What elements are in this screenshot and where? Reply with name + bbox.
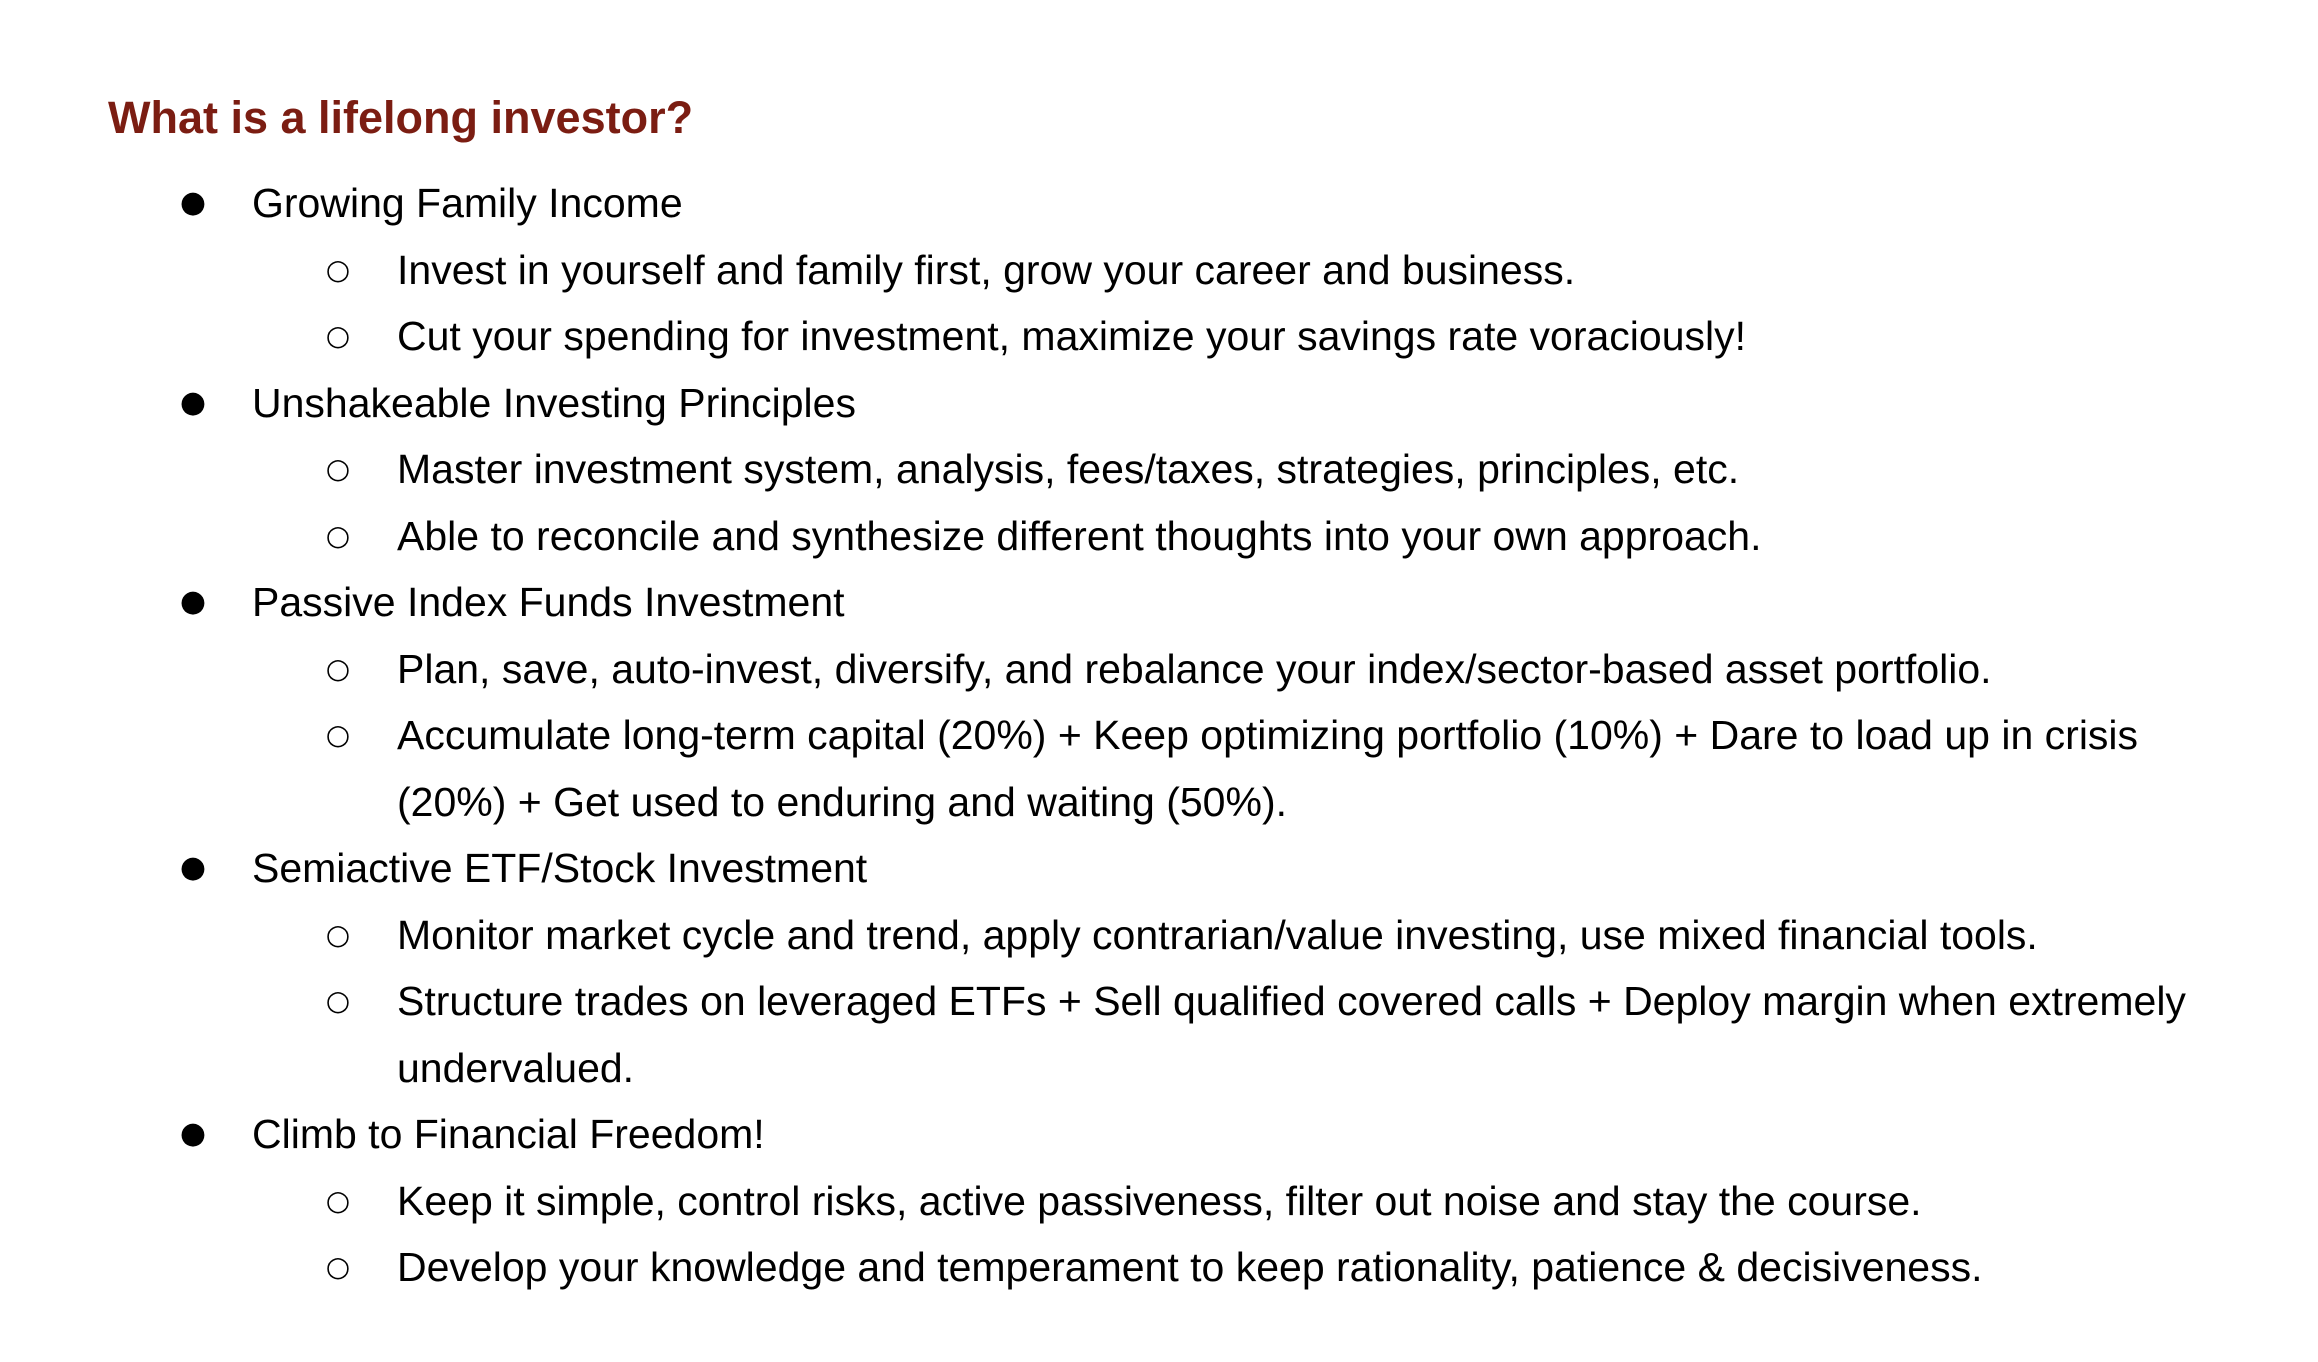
sub-item-text: Plan, save, auto-invest, diversify, and … xyxy=(397,645,1992,692)
filled-bullet-icon: ● xyxy=(179,384,207,420)
section-item: ● Growing Family Income xyxy=(0,170,2318,237)
hollow-bullet-icon: ○ xyxy=(325,452,351,485)
section-title: Passive Index Funds Investment xyxy=(252,579,845,625)
filled-bullet-icon: ● xyxy=(179,1116,207,1151)
sub-item: ○ Plan, save, auto-invest, diversify, an… xyxy=(0,636,2318,703)
sub-item-text: Master investment system, analysis, fees… xyxy=(397,446,1740,492)
section-item: ● Climb to Financial Freedom! xyxy=(0,1101,2318,1168)
hollow-bullet-icon: ○ xyxy=(325,518,351,552)
filled-bullet-icon: ● xyxy=(179,584,207,619)
hollow-bullet-icon: ○ xyxy=(325,651,351,685)
document-heading: What is a lifelong investor? xyxy=(108,92,694,143)
hollow-bullet-icon: ○ xyxy=(325,1250,351,1283)
hollow-bullet-icon: ○ xyxy=(325,718,351,751)
sub-item-text: Develop your knowledge and temperament t… xyxy=(397,1244,1983,1290)
sub-item-text: Monitor market cycle and trend, apply co… xyxy=(397,911,2038,958)
sub-item: ○ Develop your knowledge and temperament… xyxy=(0,1234,2318,1301)
section-title: Climb to Financial Freedom! xyxy=(252,1111,765,1157)
section-item: ● Passive Index Funds Investment xyxy=(0,569,2318,636)
sub-item: ○ Cut your spending for investment, maxi… xyxy=(0,303,2318,370)
section-item: ● Unshakeable Investing Principles xyxy=(0,370,2318,437)
sub-item: ○ Master investment system, analysis, fe… xyxy=(0,436,2318,503)
hollow-bullet-icon: ○ xyxy=(325,319,351,352)
filled-bullet-icon: ● xyxy=(179,850,207,885)
filled-bullet-icon: ● xyxy=(179,185,207,220)
hollow-bullet-icon: ○ xyxy=(325,984,351,1017)
hollow-bullet-icon: ○ xyxy=(325,252,351,286)
hollow-bullet-icon: ○ xyxy=(325,1183,351,1217)
section-title: Unshakeable Investing Principles xyxy=(252,379,856,426)
sub-item-text: Accumulate long-term capital (20%) + Kee… xyxy=(397,712,2139,825)
outline-list: ● Growing Family Income ○ Invest in your… xyxy=(0,170,2318,1301)
sub-item-text: Structure trades on leveraged ETFs + Sel… xyxy=(397,978,2186,1091)
section-title: Growing Family Income xyxy=(252,180,683,226)
sub-item: ○ Keep it simple, control risks, active … xyxy=(0,1168,2318,1235)
document-page: What is a lifelong investor? ● Growing F… xyxy=(0,0,2318,1362)
section-title: Semiactive ETF/Stock Investment xyxy=(252,845,868,891)
hollow-bullet-icon: ○ xyxy=(325,917,351,951)
sub-item-text: Cut your spending for investment, maximi… xyxy=(397,313,1747,359)
sub-item: ○ Monitor market cycle and trend, apply … xyxy=(0,902,2318,969)
section-item: ● Semiactive ETF/Stock Investment xyxy=(0,835,2318,902)
sub-item: ○ Structure trades on leveraged ETFs + S… xyxy=(0,968,2247,1101)
sub-item-text: Invest in yourself and family first, gro… xyxy=(397,246,1576,293)
sub-item-text: Able to reconcile and synthesize differe… xyxy=(397,512,1762,559)
sub-item-text: Keep it simple, control risks, active pa… xyxy=(397,1177,1922,1224)
sub-item: ○ Invest in yourself and family first, g… xyxy=(0,237,2318,304)
sub-item: ○ Able to reconcile and synthesize diffe… xyxy=(0,503,2318,570)
sub-item: ○ Accumulate long-term capital (20%) + K… xyxy=(0,702,2247,835)
